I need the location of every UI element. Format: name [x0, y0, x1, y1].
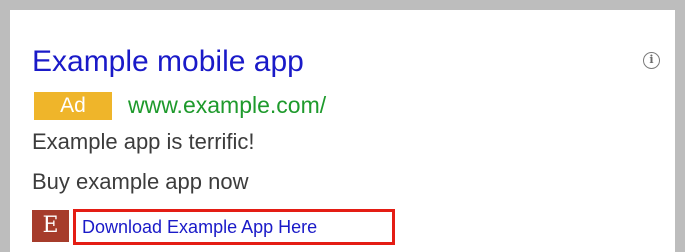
app-logo: E — [32, 210, 69, 242]
ad-description-line-1: Example app is terrific! — [32, 129, 255, 154]
display-url[interactable]: www.example.com/ — [128, 90, 326, 120]
ad-headline-link[interactable]: Example mobile app — [32, 46, 304, 78]
ad-badge: Ad — [34, 92, 112, 120]
download-app-link[interactable]: Download Example App Here — [82, 212, 317, 242]
info-icon[interactable]: i — [643, 52, 660, 69]
ad-card: Example mobile app i Ad www.example.com/… — [0, 0, 685, 252]
ad-description-line-2: Buy example app now — [32, 169, 249, 194]
sitelink-highlight: Download Example App Here — [73, 209, 395, 245]
